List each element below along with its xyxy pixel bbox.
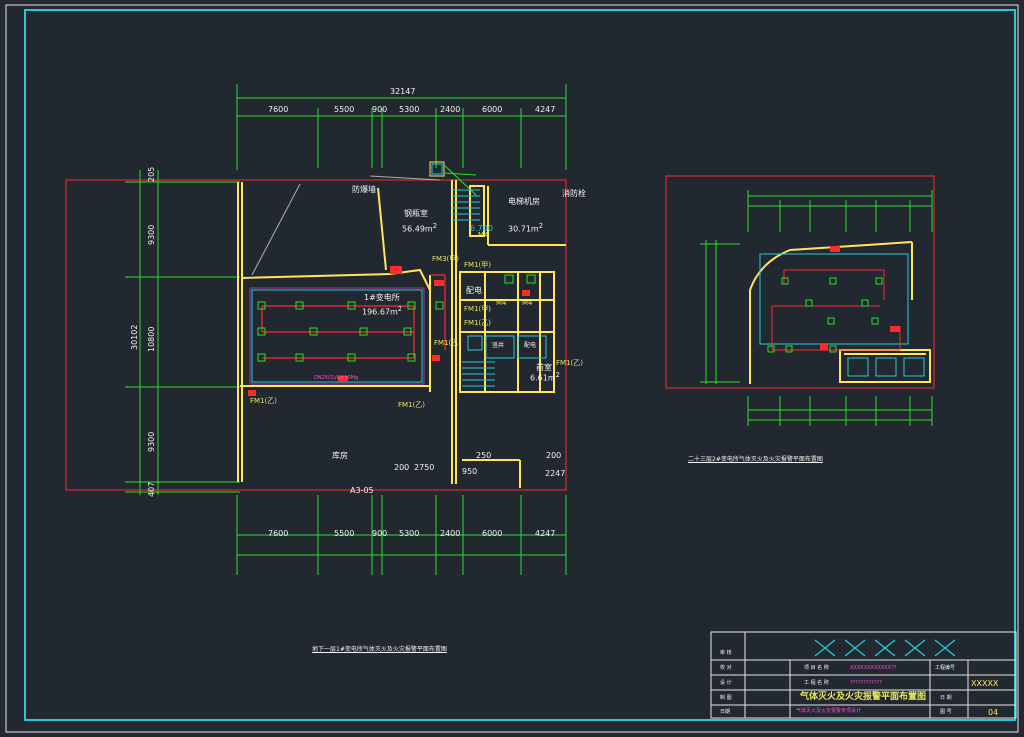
top-dim-4: 5300 (399, 105, 420, 114)
room-substation: 1#变电所 (364, 293, 400, 302)
room-power: 配电 (466, 286, 482, 295)
tb-subtitle: 气体灭火及火灾报警专项设计 (796, 708, 862, 714)
fm-label-6: FM1(乙) (398, 401, 425, 409)
left-dim-5: 407 (147, 481, 156, 497)
m-label-1: M4 (496, 299, 507, 307)
tb-sheet-title: 气体灭火及火灾报警平面布置图 (800, 692, 927, 702)
fm-label-3: FM1(甲) (464, 305, 491, 313)
bottom-dim-4: 5300 (399, 529, 420, 538)
top-dim-7: 4247 (535, 105, 556, 114)
left-dim-1: 205 (147, 166, 156, 182)
room-elevator: 电梯机房 (508, 197, 540, 206)
tb-project-label: 项 目 名 称 (804, 665, 829, 671)
tb-row-4: 制 图 (720, 695, 732, 701)
room-cylinder-area: 56.49m2 (402, 222, 437, 234)
room-hydrant: 消防栓 (562, 189, 586, 198)
bottom-dim-3: 900 (372, 529, 388, 538)
left-dim-4: 9300 (147, 431, 156, 452)
tb-row-5: 日期 (720, 709, 731, 715)
right-plan (665, 175, 935, 426)
room-storage: 库房 (332, 451, 348, 460)
axis-label: A3-05 (350, 486, 374, 495)
bottom-dim-5: 2400 (440, 529, 461, 538)
title-block (710, 631, 1017, 719)
fm-label-1: FM3(甲) (432, 255, 459, 263)
fm-label-8: FM1(乙) (556, 359, 583, 367)
tb-name-label: 工 程 名 称 (804, 680, 829, 686)
fm-label-5: FM1(乙) (250, 397, 277, 405)
tb-code: XXXXX (971, 679, 999, 688)
inner-dim-1: 200 (394, 463, 410, 472)
fm-label-7: FM1(乙) (434, 339, 461, 347)
right-plan-title: 二十三层2#变电所气体灭火及火灾报警平面布置图 (688, 456, 823, 463)
fm-label-2: FM1(甲) (464, 261, 491, 269)
bottom-dim-6: 6000 (482, 529, 503, 538)
title-block-xs (814, 639, 956, 657)
left-dim-3: 10800 (147, 326, 156, 352)
tb-right-label-1: 工程编号 (935, 665, 956, 671)
fm-label-4: FM1(乙) (464, 319, 491, 327)
inner-dim-2: 2750 (414, 463, 435, 472)
tb-row-3: 设 计 (720, 680, 732, 686)
bottom-dim-1: 7600 (268, 529, 289, 538)
left-dim-2: 9300 (147, 224, 156, 245)
top-dim-3: 900 (372, 105, 388, 114)
tb-name-value: ???????????? (850, 680, 882, 686)
top-dim-2: 5500 (334, 105, 355, 114)
left-plan-title: 地下一层1#变电所气体灭火及火灾报警平面布置图 (312, 646, 447, 653)
tb-row-2: 校 对 (720, 665, 732, 671)
room-cylinder: 钢瓶室 (404, 209, 428, 218)
m-label-2: M4 (522, 299, 533, 307)
top-dim-1: 7600 (268, 105, 289, 114)
drawing-canvas (5, 4, 1019, 733)
room-anteroom: 前室 (536, 363, 552, 372)
bottom-dim-2: 5500 (334, 529, 355, 538)
tb-project-value: XXXXXXXXXXXX?? (850, 665, 897, 671)
left-total-dim: 30102 (130, 324, 139, 350)
inner-dim-5: 200 (546, 451, 562, 460)
top-dim-6: 6000 (482, 105, 503, 114)
room-blast-wall: 防爆墙 (352, 185, 376, 194)
m-label-3: M4 (478, 231, 489, 239)
top-total-dim: 32147 (390, 87, 416, 96)
room-shaft: 竖井 (492, 342, 505, 349)
inner-dim-3: 950 (462, 467, 478, 476)
room-substation-area: 196.67m2 (362, 305, 403, 317)
bottom-dim-7: 4247 (535, 529, 556, 538)
pipe-note: DN25(S)/DN50Mg (314, 375, 359, 381)
top-dim-5: 2400 (440, 105, 461, 114)
tb-right-label-3: 日 期 (940, 695, 952, 701)
tb-right-label-4: 图 号 (940, 709, 952, 715)
room-power-2: 配电 (524, 342, 537, 349)
tb-row-1: 审 核 (720, 650, 732, 656)
tb-page: 04 (988, 708, 999, 717)
inner-dim-6: 2247 (545, 469, 566, 478)
room-anteroom-area: 6.61m2 (530, 371, 560, 383)
inner-dim-4: 250 (476, 451, 492, 460)
room-elevator-area: 30.71m2 (508, 222, 543, 234)
left-plan (65, 84, 567, 575)
